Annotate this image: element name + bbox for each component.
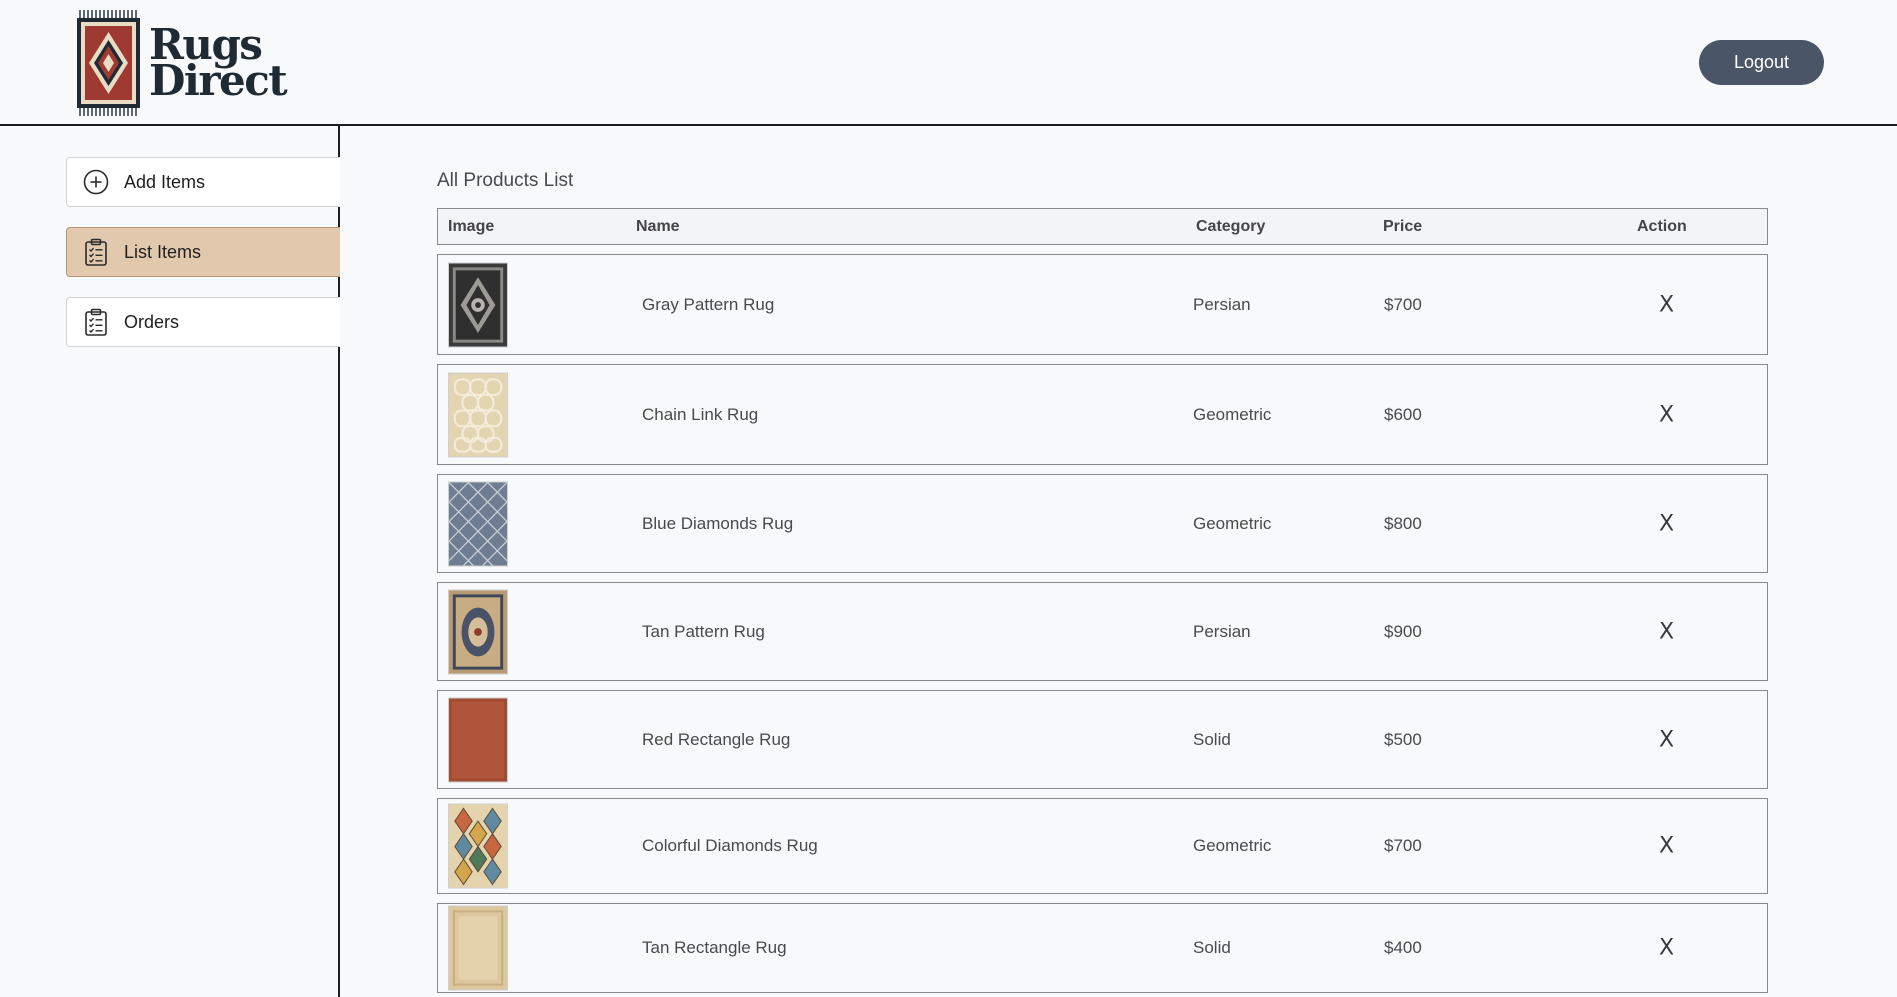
sidebar-item-label: Add Items xyxy=(124,171,206,192)
sidebar-item-add-items[interactable]: Add Items xyxy=(66,157,340,207)
remove-item-button[interactable]: X xyxy=(1659,619,1674,644)
table-row: Red Rectangle Rug Solid $500 X xyxy=(437,690,1768,789)
product-name: Tan Rectangle Rug xyxy=(642,938,787,957)
sidebar-item-label: Orders xyxy=(124,311,180,332)
remove-item-button[interactable]: X xyxy=(1659,292,1674,317)
table-header: Image Name Category Price Action xyxy=(437,208,1768,245)
product-category: Solid xyxy=(1193,938,1231,957)
clipboard-list-icon xyxy=(83,308,109,336)
chain-link-rug-thumbnail xyxy=(448,372,508,457)
product-category: Persian xyxy=(1193,621,1251,641)
brand-name: Rugs Direct xyxy=(149,24,288,105)
product-price: $500 xyxy=(1384,729,1422,749)
brand-logo[interactable]: Rugs Direct xyxy=(76,10,288,116)
brand-line-2: Direct xyxy=(149,56,288,105)
product-price: $600 xyxy=(1384,404,1422,424)
remove-item-button[interactable]: X xyxy=(1659,936,1674,961)
page-title: All Products List xyxy=(437,170,574,191)
tan-rectangle-rug-thumbnail xyxy=(448,905,508,991)
product-price: $700 xyxy=(1384,294,1422,314)
sidebar-item-label: List Items xyxy=(124,241,202,262)
tan-pattern-rug-thumbnail xyxy=(448,589,508,674)
table-row: Blue Diamonds Rug Geometric $800 X xyxy=(437,474,1768,573)
remove-item-button[interactable]: X xyxy=(1659,511,1674,536)
table-row: Gray Pattern Rug Persian $700 X xyxy=(437,254,1768,355)
column-header-name: Name xyxy=(636,218,680,235)
remove-item-button[interactable]: X xyxy=(1659,727,1674,752)
rug-logo-icon xyxy=(77,10,140,116)
red-rectangle-rug-thumbnail xyxy=(448,697,508,782)
logout-button[interactable]: Logout xyxy=(1699,40,1824,85)
top-header: Rugs Direct Logout xyxy=(0,0,1897,126)
product-name: Red Rectangle Rug xyxy=(642,729,791,749)
product-name: Tan Pattern Rug xyxy=(642,621,765,641)
column-header-category: Category xyxy=(1196,218,1266,235)
remove-item-button[interactable]: X xyxy=(1659,402,1674,427)
product-category: Solid xyxy=(1193,729,1231,749)
product-price: $700 xyxy=(1384,836,1422,855)
gray-pattern-rug-thumbnail xyxy=(448,262,508,347)
product-price: $400 xyxy=(1384,938,1422,957)
sidebar: Add Items List Items Orders xyxy=(0,126,340,997)
product-name: Colorful Diamonds Rug xyxy=(642,836,818,855)
blue-diamonds-rug-thumbnail xyxy=(448,481,508,566)
product-price: $800 xyxy=(1384,513,1422,533)
sidebar-item-orders[interactable]: Orders xyxy=(66,297,340,347)
product-category: Geometric xyxy=(1193,404,1272,424)
product-name: Gray Pattern Rug xyxy=(642,294,775,314)
column-header-price: Price xyxy=(1383,218,1423,235)
plus-circle-icon xyxy=(83,169,109,195)
product-category: Geometric xyxy=(1193,836,1272,855)
product-price: $900 xyxy=(1384,621,1422,641)
product-category: Persian xyxy=(1193,294,1251,314)
colorful-diamonds-rug-thumbnail xyxy=(448,803,508,889)
table-row: Tan Rectangle Rug Solid $400 X xyxy=(437,903,1768,993)
product-category: Geometric xyxy=(1193,513,1272,533)
clipboard-list-icon xyxy=(83,238,109,266)
product-name: Chain Link Rug xyxy=(642,404,759,424)
column-header-image: Image xyxy=(448,218,495,235)
table-row: Colorful Diamonds Rug Geometric $700 X xyxy=(437,798,1768,894)
table-row: Chain Link Rug Geometric $600 X xyxy=(437,364,1768,465)
column-header-action: Action xyxy=(1637,218,1687,235)
remove-item-button[interactable]: X xyxy=(1659,834,1674,859)
product-name: Blue Diamonds Rug xyxy=(642,513,794,533)
sidebar-item-list-items[interactable]: List Items xyxy=(66,227,340,277)
table-row: Tan Pattern Rug Persian $900 X xyxy=(437,582,1768,681)
